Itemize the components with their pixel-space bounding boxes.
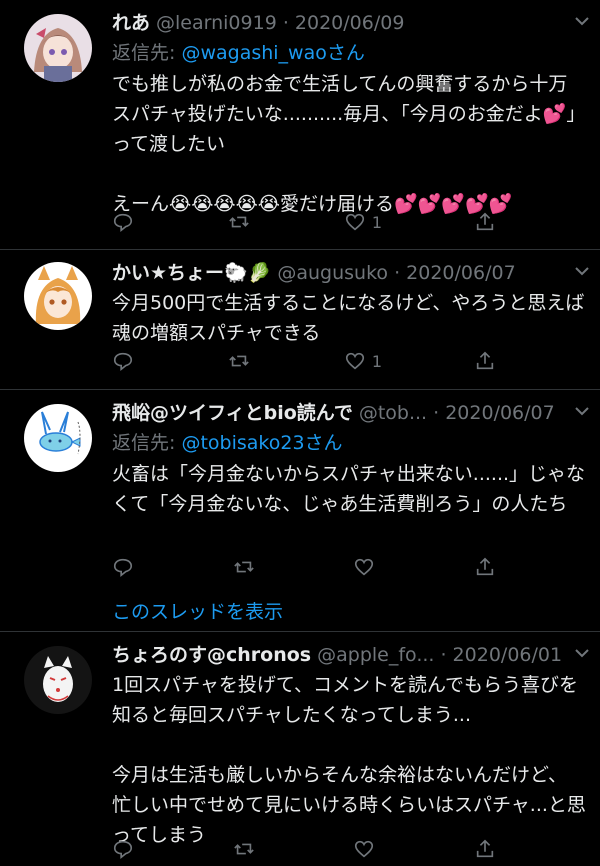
reply-to-link[interactable]: @tobisako23さん xyxy=(181,432,342,454)
reply-button[interactable] xyxy=(112,350,136,372)
reply-button[interactable] xyxy=(112,556,136,578)
share-button[interactable] xyxy=(474,350,498,372)
reply-to-link[interactable]: @wagashi_waoさん xyxy=(181,42,364,64)
like-button[interactable] xyxy=(353,556,377,578)
share-button[interactable] xyxy=(474,838,498,860)
handle-date: @learni0919 · 2020/06/09 xyxy=(156,12,405,34)
display-name[interactable]: かい★ちょー🐑🥬 xyxy=(112,260,271,286)
like-count: 1 xyxy=(371,351,383,371)
share-icon xyxy=(476,557,494,576)
display-name[interactable]: ちょろのす@chronos xyxy=(112,642,311,668)
retweet-icon xyxy=(233,843,254,855)
retweet-button[interactable] xyxy=(228,211,252,233)
reply-button[interactable] xyxy=(112,838,136,860)
heart-icon xyxy=(345,352,364,370)
chevron-down-icon[interactable] xyxy=(574,406,590,416)
reply-context: 返信先: @wagashi_waoさん xyxy=(112,42,365,64)
chevron-down-icon[interactable] xyxy=(574,648,590,658)
like-count: 1 xyxy=(371,212,383,232)
tweet-text: 今月500円で生活することになるけど、やろうと思えば魂の増額スパチャできる xyxy=(112,292,585,344)
reply-context: 返信先: @tobisako23さん xyxy=(112,432,343,454)
heart-icon xyxy=(345,213,364,231)
orange-hair-girl-avatar[interactable] xyxy=(24,262,92,330)
reply-button[interactable] xyxy=(112,211,136,233)
retweet-button[interactable] xyxy=(233,556,257,578)
chevron-down-icon[interactable] xyxy=(574,16,590,26)
display-name[interactable]: 飛峪@ツイフィとbio読んで xyxy=(112,400,353,426)
share-icon xyxy=(476,212,494,231)
tweet-2[interactable]: かい★ちょー🐑🥬 @augusuko · 2020/06/07 今月500円で生活… xyxy=(0,250,600,390)
heart-icon xyxy=(355,558,374,576)
handle-date: @tob... · 2020/06/07 xyxy=(358,402,555,424)
handle-date: @augusuko · 2020/06/07 xyxy=(277,262,516,284)
reply-icon xyxy=(113,352,133,371)
share-button[interactable] xyxy=(474,556,498,578)
tweet-text: 火畜は「今月金ないからスパチャ出来ない......」じゃなくて「今月金ないな、じ… xyxy=(112,463,586,515)
tweet-text: でも推しが私のお金で生活してんの興奮するから十万スパチャ投げたいな.......… xyxy=(112,73,586,215)
share-button[interactable] xyxy=(474,211,498,233)
rabbit-drawing-avatar[interactable] xyxy=(24,404,92,472)
like-button[interactable]: 1 xyxy=(344,350,382,372)
tweet-1[interactable]: れあ @learni0919 · 2020/06/09 返信先: @wagashi… xyxy=(0,0,600,250)
retweet-button[interactable] xyxy=(228,350,252,372)
handle-date: @apple_fo... · 2020/06/01 xyxy=(317,644,563,666)
reply-icon xyxy=(113,558,133,577)
share-icon xyxy=(476,839,494,858)
tweet-text: 1回スパチャを投げて、コメントを読んでもらう喜びを知ると毎回スパチャしたくなって… xyxy=(112,674,586,846)
display-name[interactable]: れあ xyxy=(112,10,150,36)
fox-mask-avatar[interactable] xyxy=(24,646,92,714)
show-thread-link[interactable]: このスレッドを表示 xyxy=(112,597,283,624)
reply-icon xyxy=(113,840,133,859)
reply-icon xyxy=(113,213,133,232)
share-icon xyxy=(476,351,494,370)
tweet-4[interactable]: ちょろのす@chronos @apple_fo... · 2020/06/01 1… xyxy=(0,632,600,866)
like-button[interactable]: 1 xyxy=(344,211,382,233)
tweet-3[interactable]: 飛峪@ツイフィとbio読んで @tob... · 2020/06/07 返信先: … xyxy=(0,390,600,632)
retweet-icon xyxy=(233,561,254,573)
retweet-icon xyxy=(229,216,249,228)
like-button[interactable] xyxy=(353,838,377,860)
anime-girl-avatar[interactable] xyxy=(24,14,92,82)
retweet-button[interactable] xyxy=(233,838,257,860)
heart-icon xyxy=(355,840,374,858)
retweet-icon xyxy=(229,355,249,367)
chevron-down-icon[interactable] xyxy=(574,266,590,276)
